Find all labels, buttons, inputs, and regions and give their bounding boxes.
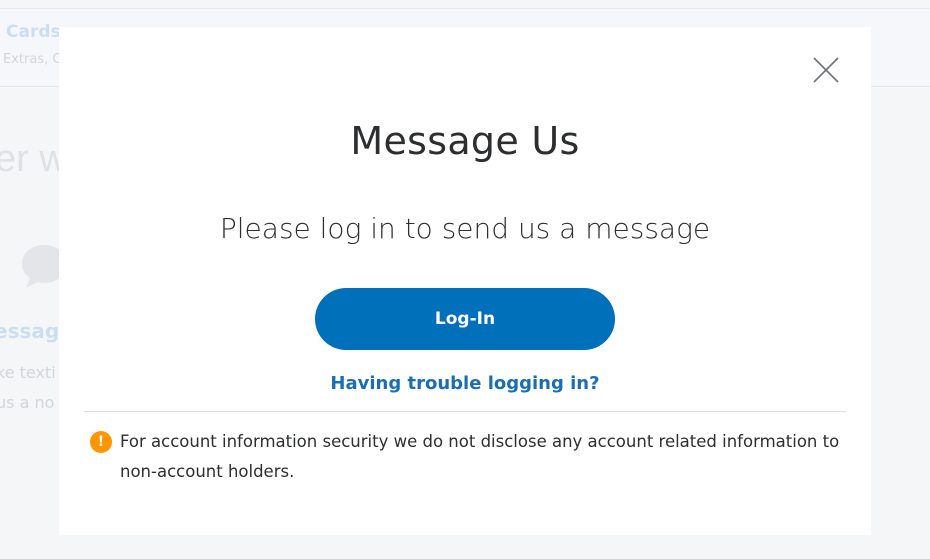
message-us-dialog: Message Us Please log in to send us a me…	[59, 27, 871, 535]
background-message-label: essag	[0, 319, 60, 343]
dialog-divider	[84, 411, 846, 412]
background-description-line: us a no	[0, 393, 55, 412]
login-button[interactable]: Log-In	[315, 288, 615, 350]
background-description-line: ke texti	[0, 363, 56, 382]
background-heading: er w	[0, 138, 67, 180]
close-button[interactable]	[810, 54, 842, 86]
security-notice-text: For account information security we do n…	[120, 432, 840, 481]
exclamation-circle-icon: !	[90, 431, 112, 453]
security-notice: ! For account information security we do…	[90, 427, 850, 487]
background-header-title: Cards	[6, 22, 61, 42]
dialog-title: Message Us	[350, 119, 580, 163]
background-header-subtitle: Extras, C	[3, 52, 62, 67]
page: Cards Extras, C er w essag ke texti us a…	[0, 0, 930, 559]
dialog-subtitle: Please log in to send us a message	[219, 212, 711, 245]
close-icon	[813, 57, 839, 83]
trouble-logging-in-link[interactable]: Having trouble logging in?	[59, 373, 871, 394]
